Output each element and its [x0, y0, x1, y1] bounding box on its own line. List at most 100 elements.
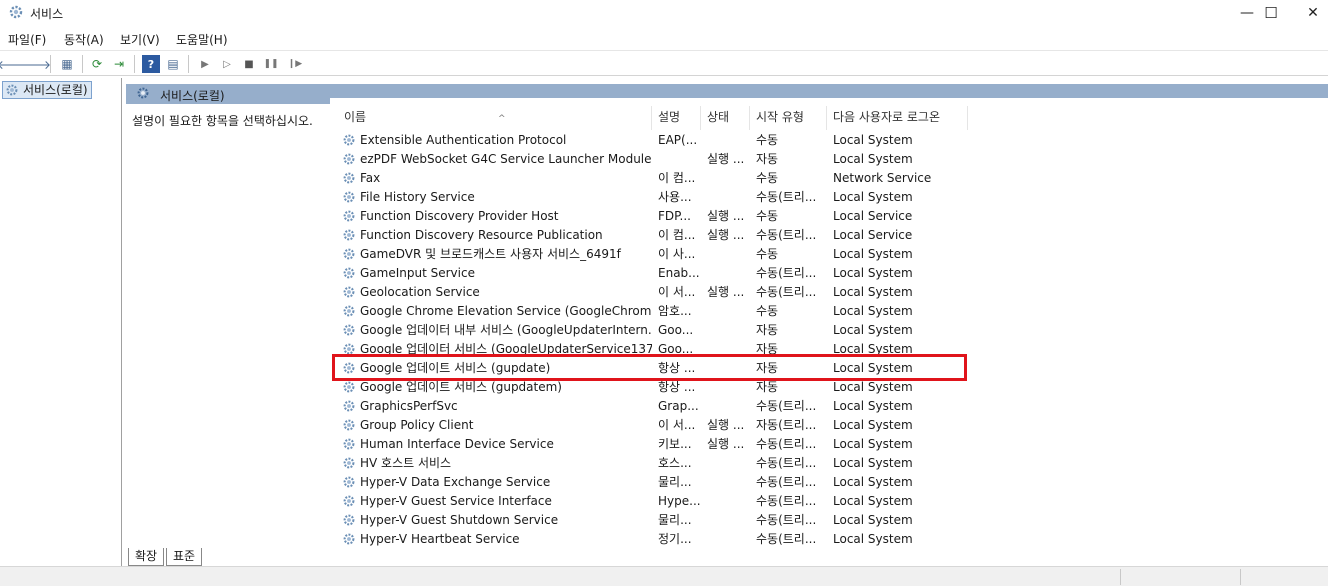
menu-file[interactable]: 파일(F): [8, 31, 46, 48]
service-description: Enab...: [658, 266, 700, 280]
service-description: 항상 ...: [658, 361, 696, 375]
service-logon-as: Local System: [833, 152, 913, 166]
service-startup-type: 자동(트리...: [756, 418, 817, 432]
service-row[interactable]: HV 호스트 서비스 호스... 수동(트리... Local System: [330, 454, 970, 473]
show-hide-tree-icon[interactable]: ▦: [58, 55, 76, 73]
service-startup-type: 수동: [756, 247, 779, 261]
start-service-icon[interactable]: ▶: [196, 55, 214, 73]
service-row[interactable]: Google 업데이터 내부 서비스 (GoogleUpdaterIntern.…: [330, 321, 970, 340]
service-description: 키보...: [658, 437, 692, 451]
column-header-start[interactable]: 시작 유형: [750, 106, 827, 130]
service-logon-as: Local System: [833, 304, 913, 318]
gear-icon: [342, 228, 356, 245]
gear-icon: [342, 513, 356, 530]
service-description: 정기...: [658, 532, 692, 546]
service-logon-as: Local Service: [833, 228, 913, 242]
service-row[interactable]: Function Discovery Provider Host FDP... 실행…: [330, 207, 970, 226]
tree-node-services-local[interactable]: 서비스(로컬): [2, 81, 92, 99]
services-list: 이름 ^ 설명 상태 시작 유형 다음 사용자로 로그온 Extensible …: [330, 98, 1328, 548]
window-title: 서비스: [30, 7, 64, 21]
service-row[interactable]: Human Interface Device Service 키보... 실행 ..…: [330, 435, 970, 454]
service-name: Hyper-V Guest Service Interface: [360, 494, 552, 508]
column-header-state[interactable]: 상태: [701, 106, 750, 130]
service-name: Function Discovery Provider Host: [360, 209, 559, 223]
service-description: [658, 150, 700, 169]
service-startup-type: 수동(트리...: [756, 475, 817, 489]
service-state: [707, 302, 747, 321]
service-row[interactable]: File History Service 사용... 수동(트리... Local S…: [330, 188, 970, 207]
service-description: 이 사...: [658, 247, 696, 261]
service-row[interactable]: Function Discovery Resource Publication 이…: [330, 226, 970, 245]
help-icon[interactable]: ?: [142, 55, 160, 73]
service-name: Group Policy Client: [360, 418, 474, 432]
service-startup-type: 자동: [756, 342, 779, 356]
service-row[interactable]: Group Policy Client 이 서... 실행 ... 자동(트리... L…: [330, 416, 970, 435]
menu-bar: 파일(F) 동작(A) 보기(V) 도움말(H): [0, 28, 1328, 50]
service-description: 암호...: [658, 304, 692, 318]
menu-help[interactable]: 도움말(H): [176, 31, 228, 48]
service-startup-type: 수동: [756, 171, 779, 185]
service-name: GameInput Service: [360, 266, 475, 280]
column-header-desc[interactable]: 설명: [652, 106, 701, 130]
forward-icon[interactable]: 🡒: [19, 55, 51, 73]
service-description: 물리...: [658, 475, 692, 489]
service-startup-type: 수동(트리...: [756, 399, 817, 413]
service-logon-as: Local Service: [833, 209, 913, 223]
close-button[interactable]: ✕: [1290, 0, 1328, 26]
gear-icon: [342, 532, 356, 548]
service-row[interactable]: Google 업데이터 서비스 (GoogleUpdaterService137…: [330, 340, 970, 359]
service-description: 이 서...: [658, 418, 696, 432]
toolbar-separator: [82, 55, 83, 73]
service-row[interactable]: GraphicsPerfSvc Grap... 수동(트리... Local Syst…: [330, 397, 970, 416]
service-name: Google 업데이트 서비스 (gupdatem): [360, 380, 562, 394]
service-row[interactable]: Google 업데이트 서비스 (gupdatem) 항상 ... 자동 Local …: [330, 378, 970, 397]
gear-icon: [136, 86, 150, 103]
service-description: EAP(...: [658, 133, 698, 147]
column-header-logon[interactable]: 다음 사용자로 로그온: [827, 106, 968, 130]
start-service-alt-icon[interactable]: ▷: [218, 55, 236, 73]
menu-action[interactable]: 동작(A): [64, 31, 104, 48]
service-row[interactable]: Google Chrome Elevation Service (GoogleC…: [330, 302, 970, 321]
resume-service-icon[interactable]: ❙▶: [286, 55, 304, 73]
toolbar: 🡐 🡒 ▦ ⟳ ⇥ ? ▤ ▶ ▷ ■ ❚❚ ❙▶: [0, 50, 1328, 76]
service-row[interactable]: GameDVR 및 브로드캐스트 사용자 서비스_6491f 이 사... 수동 Lo…: [330, 245, 970, 264]
service-row[interactable]: GameInput Service Enab... 수동(트리... Local Sy…: [330, 264, 970, 283]
service-startup-type: 수동(트리...: [756, 437, 817, 451]
gear-icon: [342, 171, 356, 188]
tab-extended[interactable]: 확장: [128, 548, 165, 566]
maximize-button[interactable]: ☐: [1248, 0, 1294, 26]
gear-icon: [342, 399, 356, 416]
service-logon-as: Local System: [833, 133, 913, 147]
service-state: 실행 ...: [707, 209, 745, 223]
service-logon-as: Local System: [833, 418, 913, 432]
service-name: Extensible Authentication Protocol: [360, 133, 567, 147]
service-row[interactable]: ezPDF WebSocket G4C Service Launcher Mod…: [330, 150, 970, 169]
service-row[interactable]: Geolocation Service 이 서... 실행 ... 수동(트리... L…: [330, 283, 970, 302]
column-header-name[interactable]: 이름 ^: [338, 106, 652, 130]
status-bar: [0, 566, 1328, 586]
pause-service-icon[interactable]: ❚❚: [262, 55, 280, 73]
service-startup-type: 수동(트리...: [756, 494, 817, 508]
service-startup-type: 자동: [756, 361, 779, 375]
service-name: Google 업데이터 내부 서비스 (GoogleUpdaterIntern.…: [360, 323, 652, 337]
service-row[interactable]: Extensible Authentication Protocol EAP(..…: [330, 131, 970, 150]
sort-ascending-icon: ^: [498, 114, 506, 124]
service-row[interactable]: Google 업데이트 서비스 (gupdate) 항상 ... 자동 Local S…: [330, 359, 970, 378]
service-name: Hyper-V Guest Shutdown Service: [360, 513, 559, 527]
refresh-icon[interactable]: ⟳: [88, 55, 106, 73]
service-row[interactable]: Hyper-V Heartbeat Service 정기... 수동(트리... Lo…: [330, 530, 970, 548]
gear-icon: [342, 266, 356, 283]
view-tabs: 확장 표준: [126, 548, 1328, 566]
export-list-icon[interactable]: ⇥: [110, 55, 128, 73]
service-description: 항상 ...: [658, 380, 696, 394]
tab-standard[interactable]: 표준: [166, 548, 203, 566]
service-row[interactable]: Hyper-V Data Exchange Service 물리... 수동(트리.…: [330, 473, 970, 492]
properties-icon[interactable]: ▤: [164, 55, 182, 73]
menu-view[interactable]: 보기(V): [120, 31, 160, 48]
service-row[interactable]: Hyper-V Guest Service Interface Hype... 수동…: [330, 492, 970, 511]
stop-service-icon[interactable]: ■: [240, 55, 258, 73]
service-row[interactable]: Hyper-V Guest Shutdown Service 물리... 수동(트리…: [330, 511, 970, 530]
service-name: Function Discovery Resource Publication: [360, 228, 603, 242]
service-row[interactable]: Fax 이 컴... 수동 Network Service: [330, 169, 970, 188]
service-description: 이 컴...: [658, 171, 696, 185]
